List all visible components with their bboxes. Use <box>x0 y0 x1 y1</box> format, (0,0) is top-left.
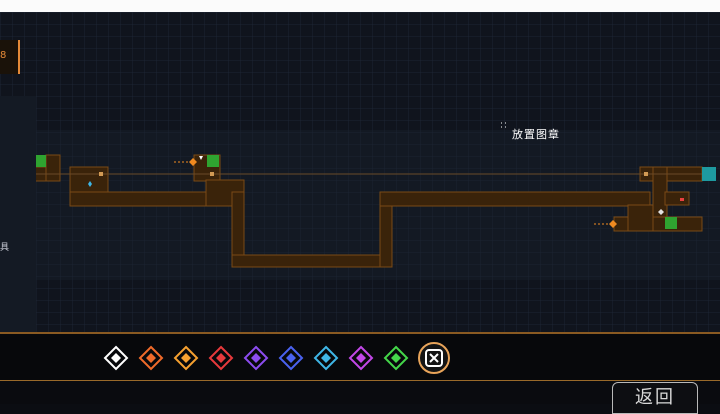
exit-room <box>702 167 716 181</box>
map-view[interactable]: 具 阻 8 <box>0 12 720 332</box>
sidebar: 具 阻 <box>0 96 36 332</box>
place-stamp-label: 放置图章 <box>512 128 560 141</box>
green-emblem-icon[interactable] <box>383 345 409 371</box>
item-marker <box>99 172 103 176</box>
stamp-toolbar <box>0 332 720 380</box>
white-emblem-icon[interactable] <box>103 345 129 371</box>
orange-emblem-icon[interactable] <box>173 345 199 371</box>
sidebar-label: 具 <box>0 243 10 253</box>
danger-marker <box>680 198 684 201</box>
map-canvas[interactable] <box>0 12 720 332</box>
item-marker <box>644 172 648 176</box>
purple-emblem-icon[interactable] <box>348 345 374 371</box>
sidebar-top-badge[interactable]: 8 <box>0 40 20 74</box>
emblem-row <box>103 342 450 374</box>
orange-red-emblem-icon[interactable] <box>138 345 164 371</box>
item-marker <box>210 172 214 176</box>
top-bar <box>0 0 720 12</box>
x-icon[interactable] <box>418 342 450 374</box>
red-emblem-icon[interactable] <box>208 345 234 371</box>
back-button[interactable]: 返回 <box>612 382 698 414</box>
blue-emblem-icon[interactable] <box>278 345 304 371</box>
violet-emblem-icon[interactable] <box>243 345 269 371</box>
cyan-emblem-icon[interactable] <box>313 345 339 371</box>
